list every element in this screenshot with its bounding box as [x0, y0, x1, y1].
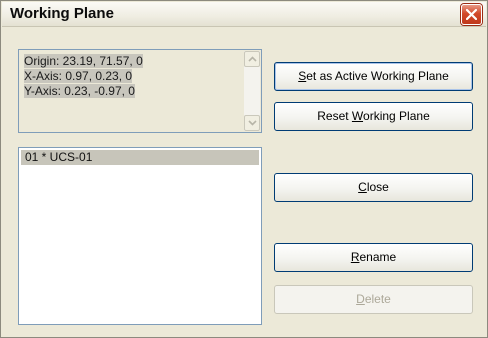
- button-label-post: ename: [359, 250, 397, 264]
- plane-info-textarea[interactable]: Origin: 23.19, 71.57, 0 X-Axis: 0.97, 0.…: [18, 49, 262, 133]
- window-title: Working Plane: [10, 5, 114, 22]
- button-label-post: elete: [364, 292, 391, 306]
- info-line-x-axis: X-Axis: 0.97, 0.23, 0: [24, 69, 133, 83]
- info-line-y-axis: Y-Axis: 0.23, -0.97, 0: [24, 84, 135, 98]
- button-label-post: et as Active Working Plane: [306, 69, 449, 83]
- button-label-mnemonic: D: [356, 292, 365, 306]
- working-plane-list[interactable]: 01 * UCS-01: [18, 147, 262, 325]
- rename-button[interactable]: Rename: [274, 243, 473, 272]
- scroll-down-button[interactable]: [244, 115, 260, 131]
- button-label-post: lose: [366, 180, 389, 194]
- button-label-post: orking Plane: [363, 109, 430, 123]
- title-bar[interactable]: Working Plane: [2, 2, 486, 27]
- info-line-origin: Origin: 23.19, 71.57, 0: [24, 54, 143, 68]
- reset-working-plane-button[interactable]: Reset Working Plane: [274, 102, 473, 131]
- info-scrollbar[interactable]: [244, 51, 260, 131]
- button-label-pre: Reset: [317, 109, 352, 123]
- close-button[interactable]: Close: [274, 173, 473, 202]
- list-item[interactable]: 01 * UCS-01: [21, 150, 259, 165]
- button-label-mnemonic: W: [351, 109, 364, 123]
- set-active-working-plane-button[interactable]: Set as Active Working Plane: [274, 62, 473, 91]
- chevron-down-icon: [248, 120, 257, 126]
- delete-button[interactable]: Delete: [274, 285, 473, 314]
- scroll-up-button[interactable]: [244, 51, 260, 67]
- close-window-button[interactable]: [461, 4, 482, 25]
- plane-info-text: Origin: 23.19, 71.57, 0 X-Axis: 0.97, 0.…: [24, 54, 143, 99]
- working-plane-dialog: Working Plane Origin: 23.19, 71.57, 0 X-…: [0, 0, 488, 338]
- close-x-icon: [466, 9, 477, 20]
- chevron-up-icon: [248, 56, 257, 62]
- button-label-mnemonic: C: [358, 180, 367, 194]
